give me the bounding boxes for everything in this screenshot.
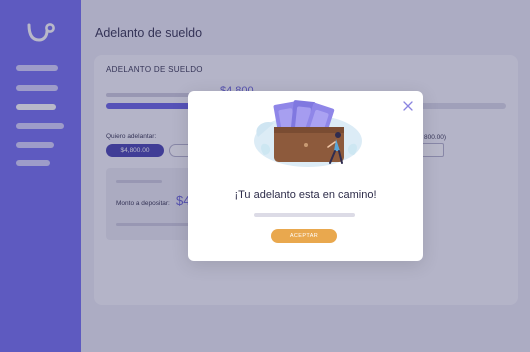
success-modal: ¡Tu adelanto esta en camino! ACEPTAR <box>188 91 423 261</box>
close-icon[interactable] <box>401 99 415 113</box>
modal-text-placeholder <box>254 213 355 217</box>
modal-title: ¡Tu adelanto esta en camino! <box>234 189 377 201</box>
accept-button[interactable]: ACEPTAR <box>271 229 337 243</box>
wallet-illustration <box>254 100 362 167</box>
